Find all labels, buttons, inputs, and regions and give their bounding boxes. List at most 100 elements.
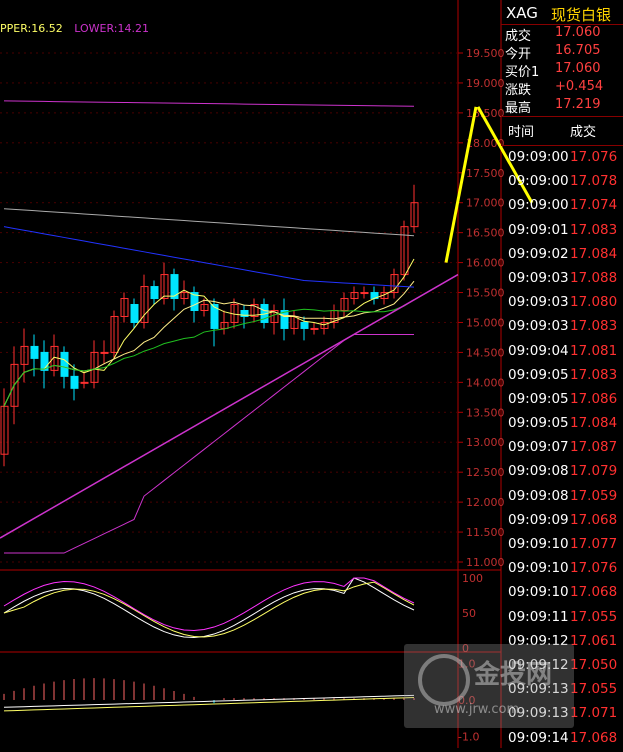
tick-row: 09:09:05 17.084 <box>501 413 623 437</box>
price-tick-label: 14.000 <box>466 376 505 389</box>
price-tick-label: 19.000 <box>466 77 505 90</box>
ma60-line <box>3 208 415 237</box>
tick-row: 09:09:03 17.088 <box>501 268 623 292</box>
tick-row: 09:09:01 17.083 <box>501 220 623 244</box>
quote-value: 17.219 <box>555 97 601 112</box>
tick-time: 09:09:11 <box>508 608 569 625</box>
tick-row: 09:09:10 17.076 <box>501 558 623 582</box>
tick-price: 17.061 <box>570 632 618 649</box>
price-tick-label: 19.500 <box>466 47 505 60</box>
tick-time: 09:09:10 <box>508 536 569 552</box>
quote-label: 最高 <box>505 101 532 116</box>
tick-price: 17.055 <box>570 608 618 625</box>
macd-dif-line <box>3 694 415 708</box>
tick-time: 09:09:05 <box>508 415 569 432</box>
price-tick-label: 13.500 <box>466 406 505 419</box>
tick-time: 09:09:00 <box>508 173 569 190</box>
osc-j-line <box>3 577 415 631</box>
candle-body <box>30 345 39 359</box>
candle-body <box>310 327 319 330</box>
trendline <box>0 273 459 539</box>
macd-dea-line <box>3 696 415 712</box>
price-tick-label: 11.000 <box>466 556 505 569</box>
quote-row: 今开 16.705 <box>501 42 623 62</box>
tick-price: 17.068 <box>570 729 618 746</box>
price-tick-label: 17.500 <box>466 167 505 180</box>
tick-row: 09:09:00 17.076 <box>501 147 623 171</box>
tick-row: 09:09:00 17.074 <box>501 195 623 219</box>
tick-price: 17.050 <box>570 656 618 673</box>
tick-time: 09:09:05 <box>508 390 569 407</box>
tick-time: 09:09:00 <box>508 149 569 165</box>
tick-time: 09:09:03 <box>508 294 569 311</box>
tick-price: 17.059 <box>570 487 618 504</box>
candle-body <box>130 304 139 323</box>
candle-body <box>150 286 159 300</box>
candle-body <box>80 381 89 384</box>
quote-panel: 成交 17.060 今开 16.705 买价1 17.060 涨跌 +0.454 最高 17.21… <box>501 24 623 117</box>
watermark-text: 金投网 <box>474 660 553 690</box>
bollinger-legend: PPER:16.52 LOWER:14.21 <box>0 22 157 35</box>
tick-time: 09:09:07 <box>508 439 569 456</box>
legend-upper: PPER:16.52 <box>0 22 63 35</box>
tick-price: 17.076 <box>570 149 618 165</box>
tick-row: 09:09:04 17.081 <box>501 341 623 365</box>
ticks-header: 时间 成交 <box>501 117 623 146</box>
tick-price: 17.071 <box>570 705 618 722</box>
tick-price: 17.055 <box>570 681 618 698</box>
tick-price: 17.083 <box>570 366 618 383</box>
tick-row: 09:09:10 17.068 <box>501 582 623 606</box>
boll-upper-line <box>3 100 415 107</box>
macd-tick-label: -1.0 <box>458 730 479 743</box>
quote-value: 17.060 <box>555 61 601 76</box>
quote-value: +0.454 <box>555 79 604 94</box>
osc-tick-label: 100 <box>462 572 483 585</box>
quote-row: 成交 17.060 <box>501 24 623 44</box>
tick-row: 09:09:05 17.083 <box>501 365 623 389</box>
tick-time: 09:09:03 <box>508 269 569 286</box>
tick-row: 09:09:03 17.083 <box>501 316 623 340</box>
tick-time: 09:09:01 <box>508 221 569 238</box>
price-tick-label: 12.500 <box>466 466 505 479</box>
candle-body <box>360 292 369 295</box>
price-tick-label: 12.000 <box>466 496 505 509</box>
candle-body <box>300 321 309 329</box>
tick-row: 09:09:08 17.059 <box>501 486 623 510</box>
price-tick-label: 14.500 <box>466 346 505 359</box>
ticks-time-header: 时间 <box>508 125 535 140</box>
tick-price: 17.086 <box>570 390 618 407</box>
tick-price: 17.080 <box>570 294 618 311</box>
tick-price: 17.076 <box>570 560 618 577</box>
ma30-line <box>3 226 415 288</box>
tick-price: 17.079 <box>570 463 618 480</box>
tick-time: 09:09:09 <box>508 511 569 528</box>
tick-row: 09:09:02 17.084 <box>501 244 623 268</box>
tick-time: 09:09:02 <box>508 245 569 262</box>
quote-header: XAG 现货白银 <box>501 0 623 25</box>
osc-tick-label: 50 <box>462 607 476 620</box>
price-tick-label: 11.500 <box>466 526 505 539</box>
tick-price: 17.077 <box>570 536 618 552</box>
tick-time: 09:09:03 <box>508 318 569 335</box>
quote-value: 16.705 <box>555 43 601 58</box>
price-tick-label: 13.000 <box>466 436 505 449</box>
tick-row: 09:09:09 17.068 <box>501 510 623 534</box>
watermark: 金投网 www.jrw.com <box>404 644 574 728</box>
tick-price: 17.084 <box>570 415 618 432</box>
tick-row: 09:09:14 17.068 <box>501 728 623 752</box>
quote-row: 买价1 17.060 <box>501 60 623 80</box>
candle-body <box>70 375 79 389</box>
tick-row: 09:09:10 17.077 <box>501 534 623 558</box>
tick-time: 09:09:05 <box>508 366 569 383</box>
tick-time: 09:09:10 <box>508 560 569 577</box>
tick-price: 17.074 <box>570 197 618 214</box>
tick-row: 09:09:03 17.080 <box>501 292 623 316</box>
tick-time: 09:09:14 <box>508 729 569 746</box>
tick-row: 09:09:05 17.086 <box>501 389 623 413</box>
ma5-line <box>3 258 415 407</box>
tick-price: 17.081 <box>570 342 618 359</box>
tick-price: 17.068 <box>570 511 618 528</box>
price-tick-label: 16.000 <box>466 257 505 270</box>
price-tick-label: 15.500 <box>466 287 505 300</box>
candle-body <box>60 351 69 377</box>
